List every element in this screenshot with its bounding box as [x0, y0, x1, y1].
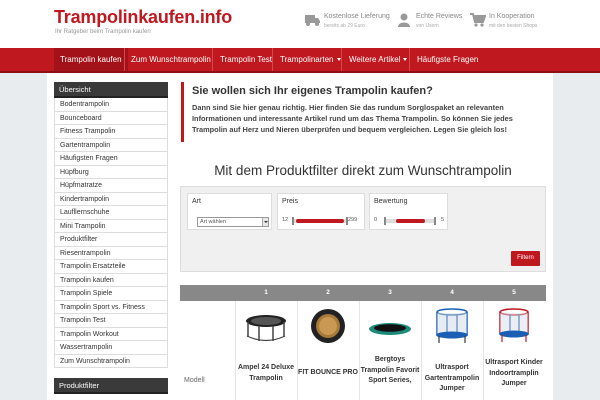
feature-title: Kostenlose Lieferung	[324, 13, 390, 20]
main-nav: Trampolin kaufen Zum Wunschtrampolin Tra…	[0, 48, 600, 73]
filter-button[interactable]: Filtern	[511, 251, 540, 266]
productfilter-heading: Mit dem Produktfilter direkt zum Wunscht…	[214, 163, 512, 178]
feature-subtitle: bereits ab 29 Euro	[324, 23, 365, 29]
bewertung-slider-fill	[396, 219, 425, 223]
intro-box: Sie wollen sich Ihr eigenes Trampolin ka…	[181, 82, 546, 142]
feature-title: In Kooperation	[489, 13, 535, 20]
sidebar-item[interactable]: Trampolin Ersatzteile	[54, 260, 168, 274]
product-name[interactable]: Ampel 24 Deluxe Trampolin	[235, 363, 297, 384]
nav-divider	[409, 48, 410, 71]
slider-handle[interactable]	[384, 217, 386, 225]
sidebar-item[interactable]: Trampolin Workout	[54, 327, 168, 341]
site-logo[interactable]: Trampolinkaufen.info	[54, 7, 232, 28]
product-number: 5	[512, 289, 516, 296]
sidebar-item[interactable]: Mini Trampolin	[54, 219, 168, 233]
sidebar-item[interactable]: Fitness Trampolin	[54, 125, 168, 139]
product-image-ground-trampoline[interactable]	[365, 307, 415, 345]
filter-preis-label: Preis	[282, 198, 298, 205]
user-icon	[398, 13, 410, 27]
sidebar-item[interactable]: Riesentrampolin	[54, 246, 168, 260]
sidebar-item[interactable]: Produktfilter	[54, 233, 168, 247]
product-name[interactable]: Bergtoys Trampolin Favorit Sport Series,	[359, 355, 421, 387]
product-image-fitness-trampoline[interactable]	[303, 307, 353, 345]
sidebar-item[interactable]: Hüpfburg	[54, 165, 168, 179]
sidebar-item[interactable]: Trampolin Sport vs. Fitness	[54, 300, 168, 314]
feature-title: Echte Reviews	[416, 13, 463, 20]
art-select-value: Art wählen	[200, 219, 226, 225]
chevron-down-icon	[262, 218, 268, 226]
chevron-down-icon	[403, 58, 408, 62]
cart-icon	[470, 13, 486, 27]
chevron-down-icon	[336, 58, 341, 62]
bewertung-min: 0	[374, 217, 378, 223]
sidebar-item[interactable]: Häufigsten Fragen	[54, 152, 168, 166]
product-filter: Art Art wählen Preis 12 299 Bewertung 0 …	[180, 186, 546, 272]
sidebar-item[interactable]: Wassertrampolin	[54, 341, 168, 355]
nav-item-trampolin-kaufen[interactable]: Trampolin kaufen	[54, 48, 128, 71]
site-tagline: Ihr Ratgeber beim Trampolin kaufen	[55, 29, 151, 35]
product-image-net-trampoline[interactable]	[427, 307, 477, 345]
sidebar-item[interactable]: Trampolin Test	[54, 314, 168, 328]
nav-item-weitere-artikel[interactable]: Weitere Artikel	[343, 48, 413, 71]
slider-handle[interactable]	[434, 217, 436, 225]
product-image-kids-trampoline[interactable]	[489, 307, 539, 345]
sidebar-item[interactable]: Laufllernschuhe	[54, 206, 168, 220]
sidebar-productfilter-title: Produktfilter	[54, 378, 168, 394]
nav-item-wunschtrampolin[interactable]: Zum Wunschtrampolin	[125, 48, 217, 71]
nav-item-trampolin-test[interactable]: Trampolin Test	[214, 48, 278, 71]
nav-divider	[341, 48, 342, 71]
nav-divider	[272, 48, 273, 71]
sidebar-item[interactable]: Bounceboard	[54, 111, 168, 125]
truck-icon	[305, 15, 320, 26]
preis-slider[interactable]	[292, 217, 348, 225]
bewertung-max: 5	[441, 217, 445, 223]
sidebar-item[interactable]: Trampolin Spiele	[54, 287, 168, 301]
product-name[interactable]: Ultrasport Gartentrampolin Jumper	[421, 363, 483, 395]
product-name[interactable]: Ultrasport Kinder Indoortramplin Jumper	[483, 358, 545, 390]
filter-bewertung-label: Bewertung	[374, 198, 408, 205]
filter-preis: Preis 12 299	[277, 193, 365, 230]
sidebar-item[interactable]: Trampolin kaufen	[54, 273, 168, 287]
product-number: 2	[326, 289, 330, 296]
filter-art: Art Art wählen	[187, 193, 272, 230]
nav-divider	[212, 48, 213, 71]
preis-min: 12	[282, 217, 289, 223]
row-label-modell: Modell	[184, 377, 205, 384]
sidebar-item[interactable]: Hüpfmatratze	[54, 179, 168, 193]
bewertung-slider[interactable]	[384, 217, 436, 225]
preis-slider-fill	[296, 219, 344, 223]
product-table: 1 2 3 4 5 Modell Ampel 24 Deluxe Trampol…	[180, 285, 546, 400]
sidebar-overview: Übersicht Bodentrampolin Bounceboard Fit…	[54, 82, 168, 368]
product-image-trampoline[interactable]	[241, 307, 291, 345]
slider-handle[interactable]	[292, 217, 294, 225]
art-select[interactable]: Art wählen	[197, 217, 269, 227]
sidebar-item[interactable]: Gartentrampolin	[54, 138, 168, 152]
feature-subtitle: von Usern	[416, 23, 439, 29]
table-header: 1 2 3 4 5	[180, 285, 546, 301]
column-divider	[235, 301, 236, 400]
column-divider	[297, 301, 298, 400]
sidebar-item[interactable]: Bodentrampolin	[54, 98, 168, 112]
nav-item-trampolinarten[interactable]: Trampolinarten	[274, 48, 347, 71]
product-number: 3	[388, 289, 392, 296]
product-name[interactable]: FIT BOUNCE PRO	[297, 368, 359, 379]
feature-subtitle: mit den besten Shops	[489, 23, 538, 29]
filter-art-label: Art	[192, 198, 201, 205]
nav-item-haeufigste-fragen[interactable]: Häufigste Fragen	[411, 48, 484, 71]
sidebar-item[interactable]: Kindertrampolin	[54, 192, 168, 206]
sidebar-title: Übersicht	[54, 82, 168, 98]
preis-max: 299	[348, 217, 358, 223]
product-number: 4	[450, 289, 454, 296]
sidebar-item[interactable]: Zum Wunschtrampolin	[54, 354, 168, 368]
intro-title: Sie wollen sich Ihr eigenes Trampolin ka…	[192, 85, 433, 97]
intro-text: Dann sind Sie hier genau richtig. Hier f…	[192, 103, 513, 134]
site-header: Trampolinkaufen.info Ihr Ratgeber beim T…	[0, 0, 600, 48]
product-number: 1	[264, 289, 268, 296]
filter-bewertung: Bewertung 0 5	[369, 193, 448, 230]
